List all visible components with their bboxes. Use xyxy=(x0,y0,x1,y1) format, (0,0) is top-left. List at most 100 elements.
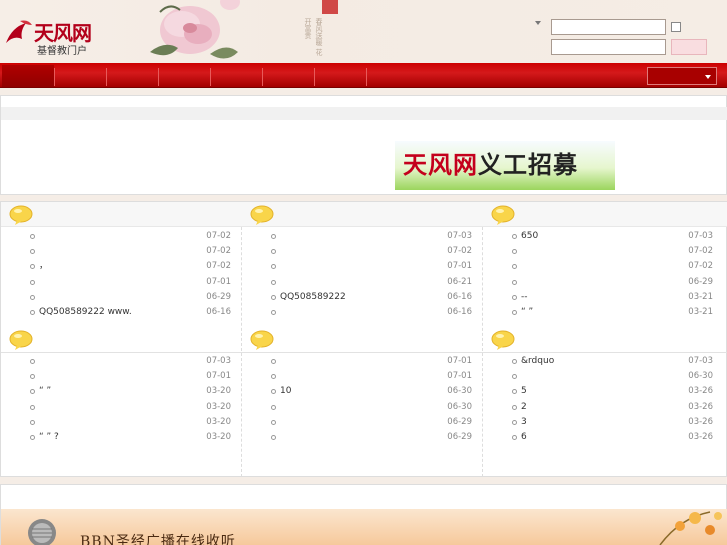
news-date: 03-20 xyxy=(206,386,231,397)
news-item[interactable]: QQ508589222 06-16 xyxy=(242,290,472,305)
chevron-down-icon xyxy=(705,75,711,79)
news-item[interactable]: 6 03-26 xyxy=(483,430,713,445)
news-item[interactable]: 07-01 xyxy=(1,275,231,290)
news-title[interactable]: “ ” xyxy=(521,305,533,320)
news-date: 07-03 xyxy=(688,356,713,366)
news-item[interactable]: 07-03 xyxy=(242,229,472,244)
radio-title[interactable]: BBN圣经广播在线收听 xyxy=(80,531,236,545)
news-item[interactable]: 650 07-03 xyxy=(483,229,713,244)
news-item[interactable]: “ ” 03-20 xyxy=(1,384,231,399)
news-title[interactable]: &rdquo xyxy=(521,354,554,369)
nav-divider xyxy=(106,68,107,86)
news-title[interactable]: 10 xyxy=(280,384,291,399)
news-date: 07-01 xyxy=(447,371,472,382)
bullet-icon xyxy=(512,279,517,285)
news-item[interactable]: 07-01 xyxy=(242,354,472,369)
nav-divider xyxy=(210,68,211,86)
red-seal-stamp xyxy=(322,0,338,14)
news-column: 650 07-03 07-02 07-02 06-29 -- 03-21 “ ” 03-21 xyxy=(483,202,713,324)
login-button[interactable] xyxy=(671,39,707,55)
bullet-icon xyxy=(271,234,276,239)
news-item[interactable]: 07-02 xyxy=(1,229,231,244)
news-date: 06-29 xyxy=(206,291,231,302)
nav-divider xyxy=(366,68,367,86)
news-date: 06-16 xyxy=(206,306,231,317)
news-date: 07-01 xyxy=(206,276,231,287)
news-date: 07-02 xyxy=(206,246,231,257)
bullet-icon xyxy=(30,234,35,239)
site-logo[interactable]: 天风网 基督教门户 xyxy=(4,11,104,57)
chevron-down-icon[interactable] xyxy=(535,21,541,25)
news-column: 07-02 07-02 ， 07-02 07-01 06-29 QQ508589222 ww… xyxy=(1,202,231,324)
bullet-icon xyxy=(30,294,35,300)
news-item[interactable]: 07-01 xyxy=(242,369,472,384)
flower-decoration xyxy=(659,511,722,545)
bullet-icon xyxy=(512,309,517,315)
news-title[interactable]: 650 xyxy=(521,229,538,244)
news-item[interactable]: “ ” 03-21 xyxy=(483,305,713,320)
news-item[interactable]: 10 06-30 xyxy=(242,384,472,399)
news-title[interactable]: 6 xyxy=(521,430,527,445)
banner-panel: 天风网义工招募 xyxy=(0,95,727,195)
news-title[interactable]: “ ” xyxy=(39,384,51,399)
news-title[interactable]: 3 xyxy=(521,415,527,430)
nav-divider xyxy=(158,68,159,86)
panel-header-band xyxy=(1,107,727,120)
nav-item-home[interactable] xyxy=(2,65,54,87)
bullet-icon xyxy=(30,249,35,255)
news-item[interactable]: 06-30 xyxy=(242,400,472,415)
news-item[interactable]: 07-02 xyxy=(242,244,472,259)
news-item[interactable]: 03-20 xyxy=(1,415,231,430)
news-item[interactable]: 06-16 xyxy=(242,305,472,320)
bullet-icon xyxy=(512,294,517,300)
news-item[interactable]: 06-29 xyxy=(483,275,713,290)
news-item[interactable]: 2 03-26 xyxy=(483,400,713,415)
news-item[interactable]: 07-02 xyxy=(483,244,713,259)
news-item[interactable]: 06-30 xyxy=(483,369,713,384)
news-item[interactable]: 07-03 xyxy=(1,354,231,369)
news-item[interactable]: 3 03-26 xyxy=(483,415,713,430)
news-item[interactable]: 5 03-26 xyxy=(483,384,713,399)
news-item[interactable]: -- 03-21 xyxy=(483,290,713,305)
news-date: 03-20 xyxy=(206,401,231,412)
news-title[interactable]: ， xyxy=(39,259,48,274)
news-title[interactable]: “ ” ? xyxy=(39,430,59,445)
bullet-icon xyxy=(512,234,517,239)
nav-dropdown[interactable] xyxy=(647,67,717,85)
news-date: 07-02 xyxy=(688,261,713,272)
news-item[interactable]: QQ508589222 www. 06-16 xyxy=(1,305,231,320)
news-item[interactable]: 06-29 xyxy=(1,290,231,305)
volunteer-banner[interactable]: 天风网义工招募 xyxy=(395,141,615,190)
news-title[interactable]: QQ508589222 www. xyxy=(39,305,132,320)
news-item[interactable]: 07-01 xyxy=(242,259,472,274)
password-input[interactable] xyxy=(551,39,666,55)
news-item[interactable]: ， 07-02 xyxy=(1,259,231,274)
username-input[interactable] xyxy=(551,19,666,35)
bullet-icon xyxy=(512,419,517,425)
news-date: 07-02 xyxy=(206,261,231,272)
news-title[interactable]: QQ508589222 xyxy=(280,290,346,305)
news-item[interactable]: 07-02 xyxy=(483,259,713,274)
news-list: 07-03 07-01 “ ” 03-20 03-20 03-20 “ ” ? 03-20 xyxy=(1,354,231,445)
news-item[interactable]: 07-01 xyxy=(1,369,231,384)
bullet-icon xyxy=(271,404,276,410)
news-item[interactable]: &rdquo 07-03 xyxy=(483,354,713,369)
news-item[interactable]: 06-29 xyxy=(242,415,472,430)
news-column: 07-03 07-01 “ ” 03-20 03-20 03-20 “ ” ? 03-20 xyxy=(1,327,231,449)
bullet-icon xyxy=(30,389,35,395)
bullet-icon xyxy=(271,264,276,270)
news-item[interactable]: 03-20 xyxy=(1,400,231,415)
news-date: 07-01 xyxy=(447,356,472,366)
speech-bubble-icon xyxy=(9,205,33,225)
bullet-icon xyxy=(271,279,276,285)
news-item[interactable]: 06-29 xyxy=(242,430,472,445)
news-item[interactable]: “ ” ? 03-20 xyxy=(1,430,231,445)
news-title[interactable]: 5 xyxy=(521,384,527,399)
news-column: &rdquo 07-03 06-30 5 03-26 2 03-26 3 03-26 6 03-26 xyxy=(483,327,713,449)
news-title[interactable]: 2 xyxy=(521,400,527,415)
news-item[interactable]: 07-02 xyxy=(1,244,231,259)
news-item[interactable]: 06-21 xyxy=(242,275,472,290)
remember-checkbox[interactable] xyxy=(671,22,681,32)
speech-bubble-icon xyxy=(491,205,515,225)
news-title[interactable]: -- xyxy=(521,290,528,305)
